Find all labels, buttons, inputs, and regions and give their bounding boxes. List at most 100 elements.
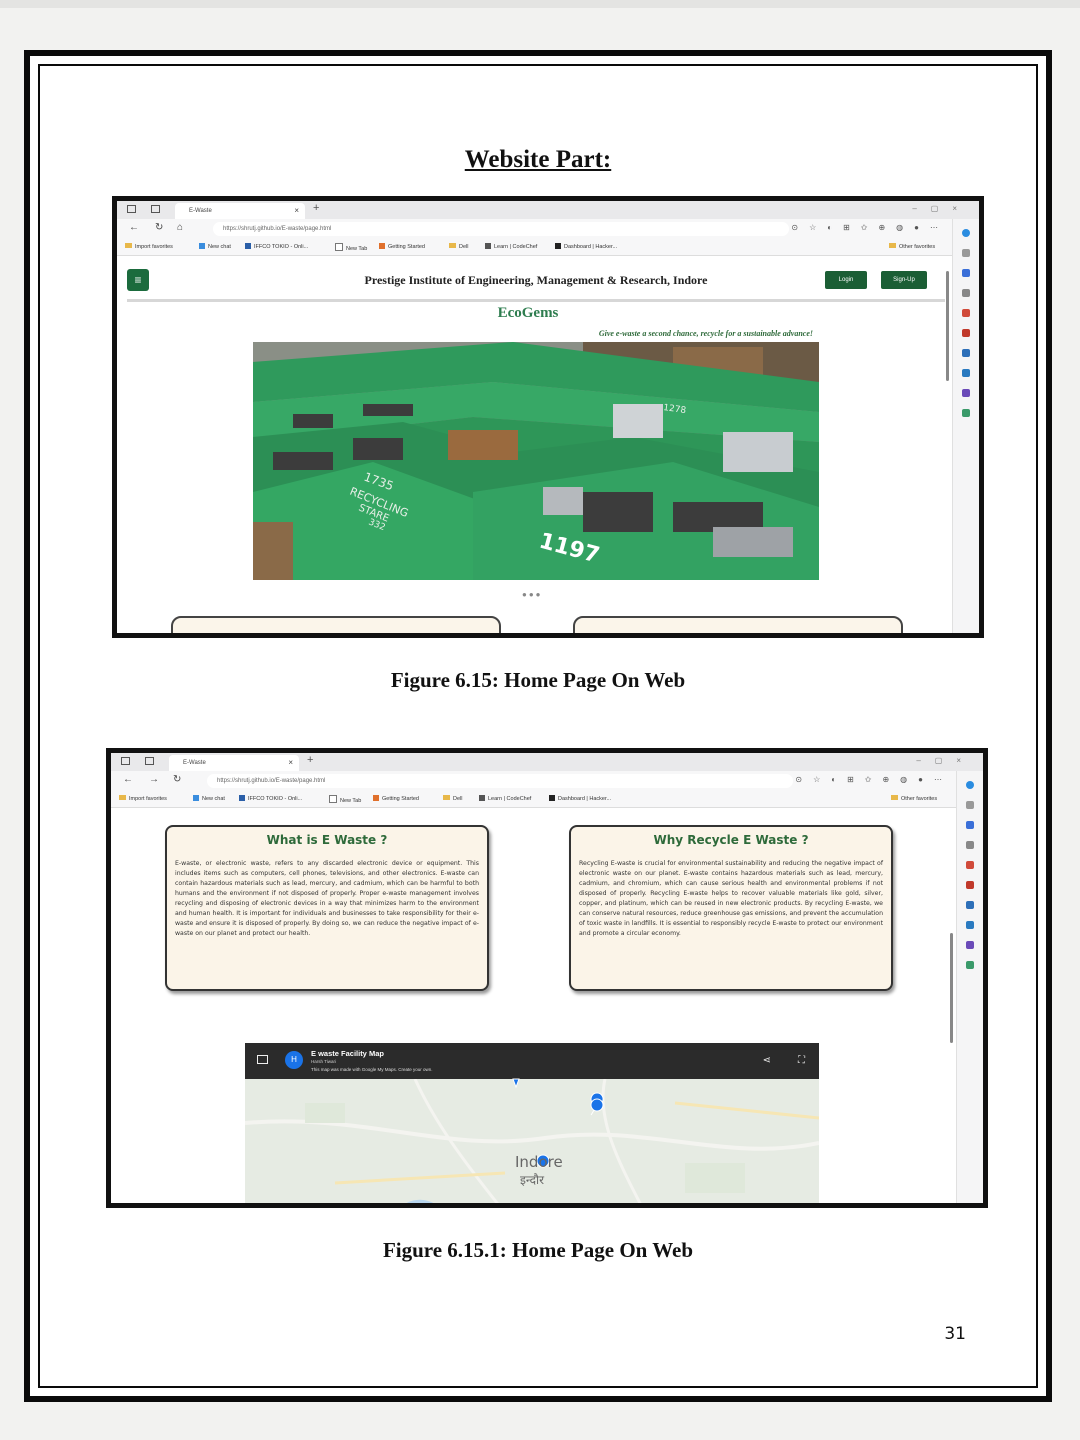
bookmark-item[interactable]: Getting Started xyxy=(373,795,419,802)
toolbar-icons[interactable]: ⊙☆◐⊞✩⊕◍●⋯ xyxy=(795,775,953,784)
bookmark-item[interactable]: Dashboard | Hacker... xyxy=(549,795,611,802)
bookmark-item[interactable]: Getting Started xyxy=(379,243,425,250)
other-favorites[interactable]: Other favorites xyxy=(889,243,935,250)
browser-tab-bar: E-Waste × + –▢× xyxy=(111,753,983,771)
games-icon[interactable] xyxy=(962,309,970,317)
address-bar-row: ← → ↻ https://shrutj.github.io/E-waste/p… xyxy=(111,771,983,791)
url-field[interactable]: https://shrutj.github.io/E-waste/page.ht… xyxy=(213,222,789,236)
map-pin-icon[interactable] xyxy=(512,1078,520,1089)
institute-title: Prestige Institute of Engineering, Manag… xyxy=(364,273,708,287)
screenshot-home-top: E-Waste × + –▢× ← ↻ ⌂ https://shrutj.gith… xyxy=(112,196,984,638)
search-icon[interactable] xyxy=(966,801,974,809)
signup-button[interactable]: Sign-Up xyxy=(881,271,927,289)
top-strip xyxy=(0,0,1080,8)
bookmark-item[interactable]: Learn | CodeChef xyxy=(485,243,537,250)
page-number: 31 xyxy=(944,1324,966,1344)
forward-icon[interactable]: → xyxy=(149,774,159,785)
tools-icon[interactable] xyxy=(966,841,974,849)
page-scrollbar[interactable] xyxy=(946,271,949,381)
browser-tab[interactable]: E-Waste × xyxy=(175,203,305,219)
browser-sidebar xyxy=(952,219,979,633)
copilot-icon[interactable] xyxy=(966,781,974,789)
office-icon[interactable] xyxy=(966,881,974,889)
browser-tab-bar: E-Waste × + –▢× xyxy=(117,201,979,219)
tab-title: E-Waste xyxy=(189,208,212,214)
drop-icon[interactable] xyxy=(962,369,970,377)
card-text: Recycling E-waste is crucial for environ… xyxy=(579,860,883,937)
address-bar-row: ← ↻ ⌂ https://shrutj.github.io/E-waste/p… xyxy=(117,219,979,239)
workspaces-icon[interactable] xyxy=(127,205,136,213)
refresh-icon[interactable]: ↻ xyxy=(155,222,163,233)
bookmark-item[interactable]: IFFCO TOKIO - Onli... xyxy=(239,795,302,802)
card-preview xyxy=(171,616,501,633)
section-heading: Website Part: xyxy=(464,146,612,173)
bookmark-item[interactable]: Import favorites xyxy=(125,243,173,250)
tab-title: E-Waste xyxy=(183,760,206,766)
card-text: E-waste, or electronic waste, refers to … xyxy=(175,860,479,937)
other-favorites[interactable]: Other favorites xyxy=(891,795,937,802)
close-tab-icon[interactable]: × xyxy=(294,203,299,219)
bookmark-item[interactable]: New chat xyxy=(193,795,225,802)
screenshot-home-cards: E-Waste × + –▢× ← → ↻ https://shrutj.gith… xyxy=(106,748,988,1208)
bookmarks-bar: Import favorites New chat IFFCO TOKIO - … xyxy=(111,791,983,808)
browser-tab[interactable]: E-Waste × xyxy=(169,755,299,771)
map-pin-icon[interactable] xyxy=(590,1098,604,1112)
facility-map[interactable]: H E waste Facility Map Harsh Tiwari This… xyxy=(245,1043,819,1208)
map-city-label: Indore xyxy=(515,1153,563,1171)
office-icon[interactable] xyxy=(962,329,970,337)
shopping-icon[interactable] xyxy=(966,821,974,829)
shopping-icon[interactable] xyxy=(962,269,970,277)
games-icon[interactable] xyxy=(966,861,974,869)
page-scrollbar[interactable] xyxy=(950,933,953,1043)
drop-icon[interactable] xyxy=(966,921,974,929)
designer-icon[interactable] xyxy=(962,389,970,397)
map-city-label-hindi: इन्दौर xyxy=(520,1173,544,1187)
search-icon[interactable] xyxy=(962,249,970,257)
tab-actions-icon[interactable] xyxy=(145,757,154,765)
site-brand: EcoGems xyxy=(497,305,559,321)
bookmark-item[interactable]: Dell xyxy=(449,243,468,250)
hero-image: 1735 RECYCLING STARE 332 1197 1278 xyxy=(253,342,819,580)
bookmarks-bar: Import favorites New chat IFFCO TOKIO - … xyxy=(117,239,979,256)
figure-caption: Figure 6.15: Home Page On Web xyxy=(390,668,686,692)
tab-actions-icon[interactable] xyxy=(151,205,160,213)
new-tab-icon[interactable]: + xyxy=(307,754,313,766)
bookmark-item[interactable]: New chat xyxy=(199,243,231,250)
extension-icon[interactable] xyxy=(966,961,974,969)
window-controls-icon[interactable]: –▢× xyxy=(916,756,975,765)
figure-caption: Figure 6.15.1: Home Page On Web xyxy=(382,1238,694,1262)
card-title: What is E Waste ? xyxy=(266,833,388,847)
bookmark-item[interactable]: New Tab xyxy=(329,795,361,804)
url-field[interactable]: https://shrutj.github.io/E-waste/page.ht… xyxy=(207,774,793,788)
card-preview xyxy=(573,616,903,633)
tools-icon[interactable] xyxy=(962,289,970,297)
login-button[interactable]: Login xyxy=(825,271,867,289)
toolbar-icons[interactable]: ⊙☆◐⊞✩⊕◍●⋯ xyxy=(791,223,949,232)
bookmark-item[interactable]: Import favorites xyxy=(119,795,167,802)
copilot-icon[interactable] xyxy=(962,229,970,237)
outlook-icon[interactable] xyxy=(966,901,974,909)
bookmark-item[interactable]: Dashboard | Hacker... xyxy=(555,243,617,250)
extension-icon[interactable] xyxy=(962,409,970,417)
bookmark-item[interactable]: Dell xyxy=(443,795,462,802)
window-controls-icon[interactable]: –▢× xyxy=(912,204,971,213)
why-recycle-card: Why Recycle E Waste ? Recycling E-waste … xyxy=(569,825,893,991)
close-tab-icon[interactable]: × xyxy=(288,755,293,771)
bookmark-item[interactable]: Learn | CodeChef xyxy=(479,795,531,802)
map-pin-icon[interactable] xyxy=(418,1206,428,1208)
refresh-icon[interactable]: ↻ xyxy=(173,774,181,785)
carousel-dots[interactable]: ●●● xyxy=(522,590,543,599)
back-icon[interactable]: ← xyxy=(123,774,133,785)
site-header: ≡ Prestige Institute of Engineering, Man… xyxy=(127,269,945,302)
card-title: Why Recycle E Waste ? xyxy=(653,833,809,847)
workspaces-icon[interactable] xyxy=(121,757,130,765)
bookmark-item[interactable]: IFFCO TOKIO - Onli... xyxy=(245,243,308,250)
recycling-bins-photo: 1735 RECYCLING STARE 332 1197 1278 xyxy=(253,342,819,580)
designer-icon[interactable] xyxy=(966,941,974,949)
home-icon[interactable]: ⌂ xyxy=(177,222,183,233)
bookmark-item[interactable]: New Tab xyxy=(335,243,367,252)
report-page: Website Part: E-Waste × + –▢× ← ↻ ⌂ https… xyxy=(24,50,1052,1402)
new-tab-icon[interactable]: + xyxy=(313,202,319,214)
outlook-icon[interactable] xyxy=(962,349,970,357)
back-icon[interactable]: ← xyxy=(129,222,139,233)
